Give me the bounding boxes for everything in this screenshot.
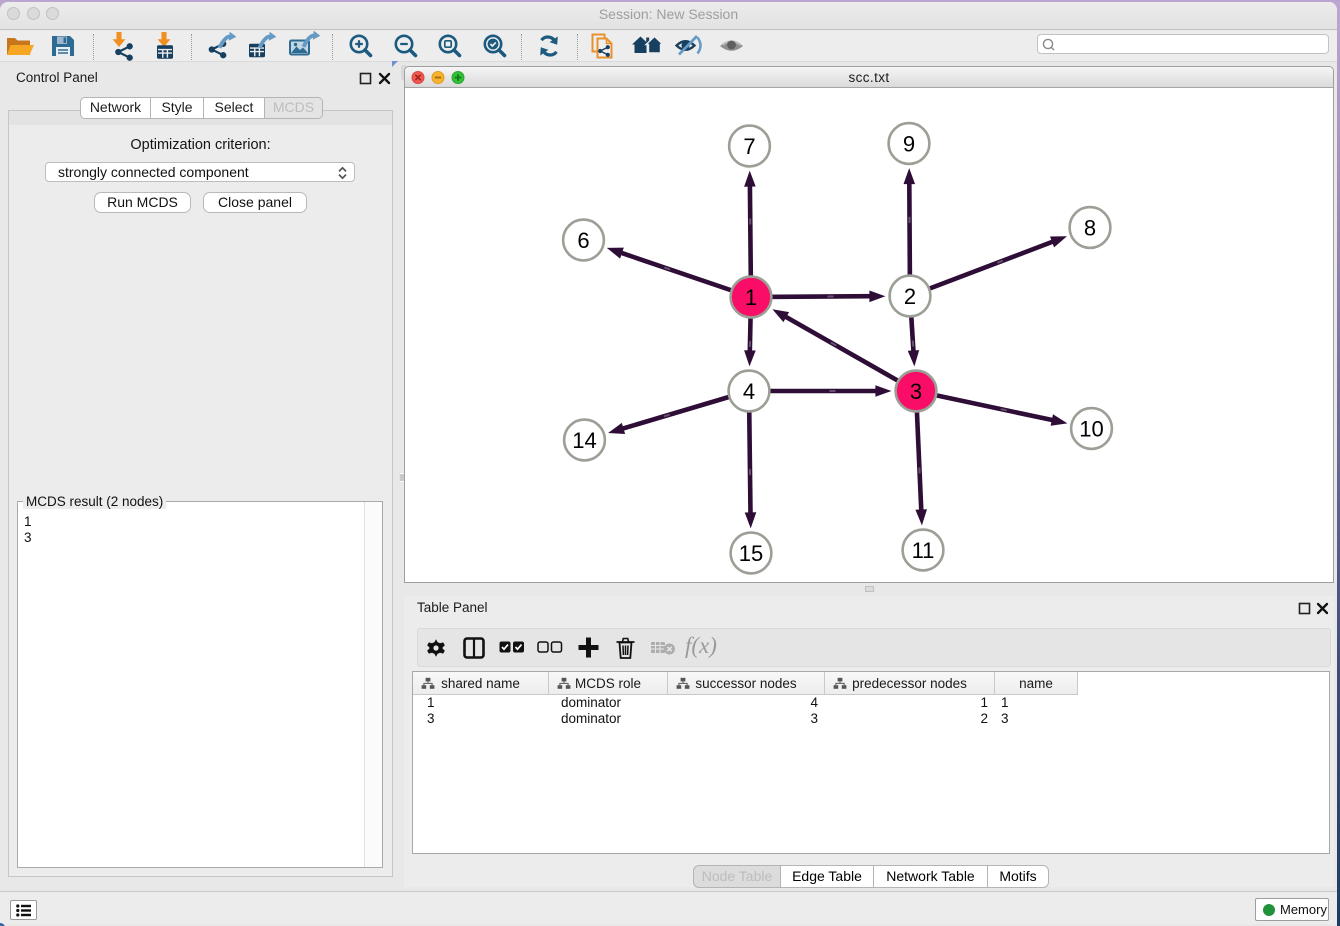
svg-text:7: 7 [743, 134, 755, 159]
svg-text:4: 4 [743, 379, 755, 404]
svg-text:3: 3 [910, 379, 922, 404]
svg-text:8: 8 [1084, 215, 1096, 240]
svg-text:2: 2 [904, 284, 916, 309]
svg-text:11: 11 [912, 538, 935, 563]
svg-text:15: 15 [739, 541, 763, 566]
svg-text:14: 14 [572, 428, 596, 453]
svg-text:1: 1 [745, 285, 757, 310]
svg-text:10: 10 [1079, 416, 1103, 441]
svg-text:9: 9 [903, 131, 915, 156]
svg-text:6: 6 [577, 228, 589, 253]
